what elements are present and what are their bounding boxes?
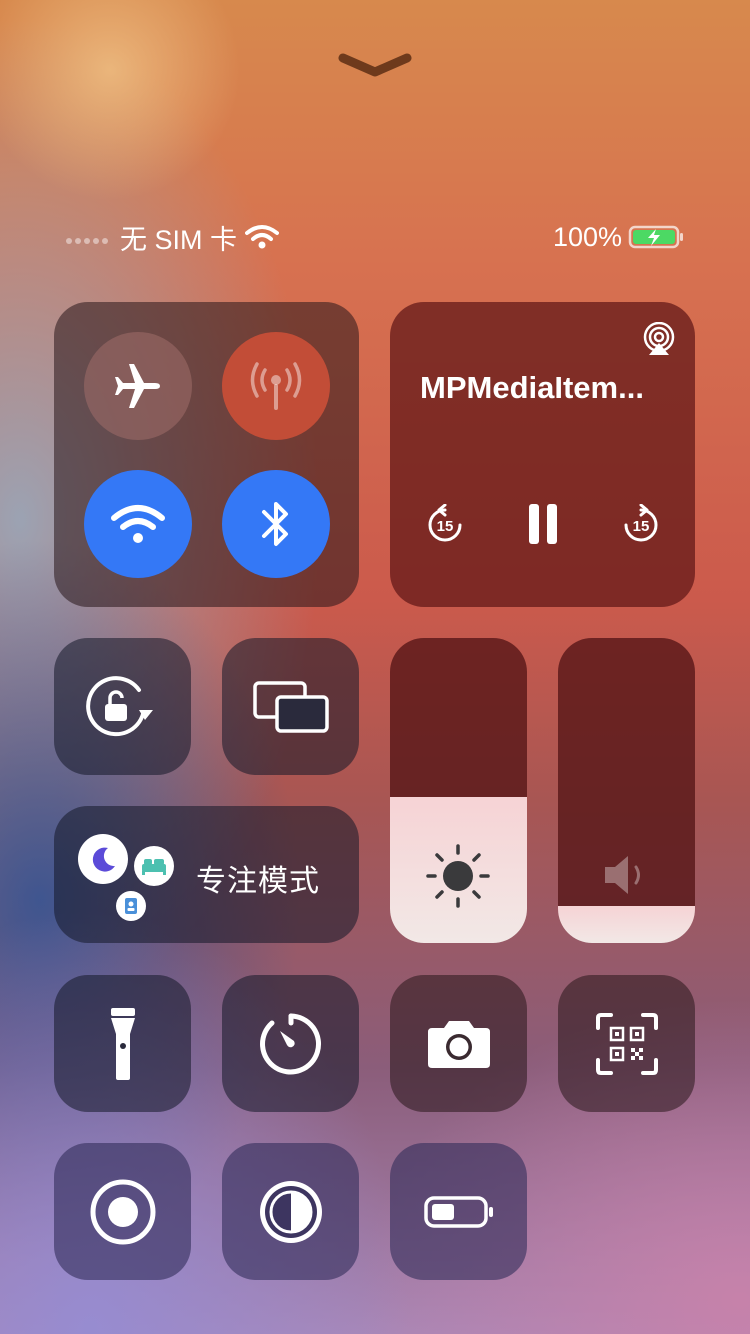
- battery-charging-icon: [628, 223, 686, 251]
- sun-icon: [424, 842, 492, 910]
- flashlight-button[interactable]: [54, 975, 191, 1112]
- volume-fill: [558, 906, 695, 943]
- focus-mode-button[interactable]: 专注模式: [54, 806, 359, 943]
- badge-icon: [116, 891, 146, 921]
- moon-icon: [78, 834, 128, 884]
- focus-mode-label: 专注模式: [196, 865, 320, 898]
- status-bar-left: 无 SIM 卡: [66, 218, 280, 256]
- screen-record-button[interactable]: [54, 1143, 191, 1280]
- cellular-antenna-icon: [246, 358, 306, 414]
- skip-back-button[interactable]: 15: [426, 504, 464, 544]
- skip-forward-button[interactable]: 15: [622, 504, 660, 544]
- dark-mode-button[interactable]: [222, 1143, 359, 1280]
- flashlight-icon: [108, 1006, 138, 1082]
- airplay-audio-icon[interactable]: [642, 322, 676, 356]
- brightness-slider[interactable]: [390, 638, 527, 943]
- timer-icon: [258, 1011, 324, 1077]
- wifi-icon: [110, 502, 166, 546]
- wifi-toggle[interactable]: [84, 470, 192, 578]
- dismiss-chevron-icon[interactable]: [337, 50, 413, 80]
- pause-button[interactable]: [527, 502, 559, 546]
- airplane-icon: [112, 360, 164, 412]
- bluetooth-icon: [256, 496, 296, 552]
- timer-button[interactable]: [222, 975, 359, 1112]
- speaker-icon: [602, 852, 652, 898]
- screen-mirroring-icon: [252, 680, 330, 734]
- qr-scanner-icon: [595, 1012, 659, 1076]
- status-bar-right: 100%: [553, 218, 686, 256]
- skip-forward-seconds: 15: [633, 518, 650, 535]
- low-power-battery-icon: [423, 1195, 495, 1229]
- bluetooth-toggle[interactable]: [222, 470, 330, 578]
- camera-icon: [426, 1018, 492, 1070]
- battery-percent: 100%: [552, 221, 622, 252]
- skip-back-seconds: 15: [437, 518, 454, 535]
- cellular-data-toggle[interactable]: [222, 332, 330, 440]
- signal-dots-icon: [66, 230, 108, 244]
- wifi-icon: [245, 224, 280, 250]
- rotation-lock-icon: [85, 674, 161, 740]
- bed-icon: [134, 846, 174, 886]
- connectivity-panel: [54, 302, 359, 607]
- media-title: MPMediaItem...: [420, 370, 644, 405]
- qr-scanner-button[interactable]: [558, 975, 695, 1112]
- volume-slider[interactable]: [558, 638, 695, 943]
- low-power-mode-button[interactable]: [390, 1143, 527, 1280]
- dark-mode-icon: [257, 1178, 325, 1246]
- screen-mirroring-button[interactable]: [222, 638, 359, 775]
- airplane-mode-toggle[interactable]: [84, 332, 192, 440]
- screen-record-icon: [89, 1178, 157, 1246]
- carrier-label: 无 SIM 卡: [120, 224, 238, 255]
- now-playing-panel[interactable]: MPMediaItem... 15 15: [390, 302, 695, 607]
- camera-button[interactable]: [390, 975, 527, 1112]
- rotation-lock-button[interactable]: [54, 638, 191, 775]
